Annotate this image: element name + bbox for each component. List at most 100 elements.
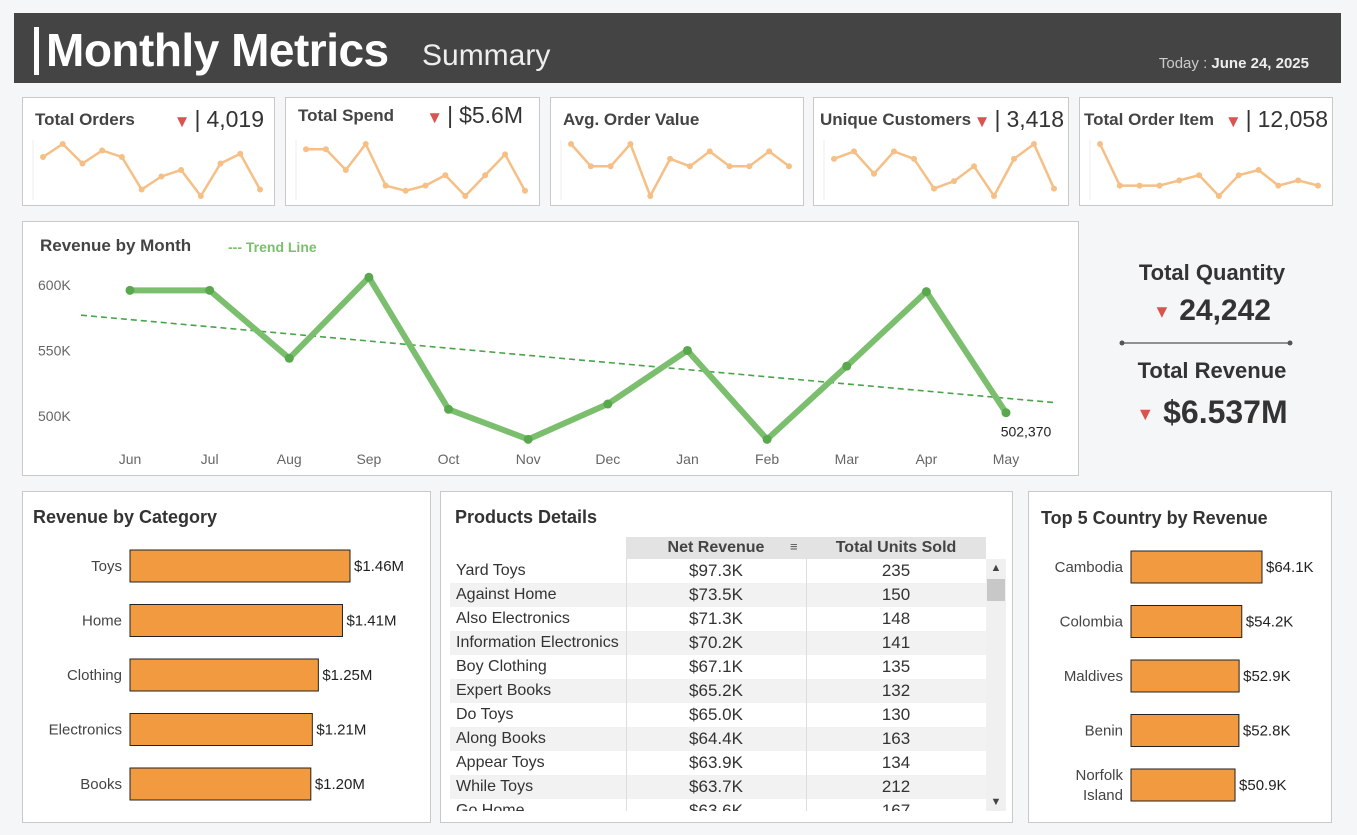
sparkline-point [118, 154, 125, 160]
units-sold-cell: 132 [881, 681, 911, 700]
kpi-card-total-order-item: Total Order Item ▼ | 12,058 [1079, 97, 1333, 206]
units-sold-cell: 212 [881, 777, 911, 796]
sparkline-point [502, 151, 509, 158]
data-label: $1.21M [316, 722, 366, 739]
bar [129, 658, 319, 692]
sparkline-point [1051, 185, 1057, 192]
page-title: Monthly Metrics [46, 24, 389, 76]
revenue-point [762, 434, 772, 444]
product-name: Yard Toys [456, 562, 526, 579]
total-quantity-value: ▼ 24,242 [1100, 294, 1324, 328]
scroll-up-icon[interactable]: ▲ [986, 559, 1006, 577]
net-revenue-cell: $64.4K [689, 729, 743, 748]
sparkline-point [911, 155, 917, 162]
product-name: Also Electronics [456, 610, 570, 627]
total-quantity-number: 24,242 [1179, 294, 1271, 327]
sparkline-point [1156, 182, 1163, 189]
x-tick-label: Jan [676, 451, 699, 467]
table-row[interactable]: Also Electronics $71.3K 148 [450, 607, 986, 631]
page-subtitle: Summary [422, 39, 551, 72]
sparkline-point [257, 186, 263, 193]
table-row[interactable]: While Toys $63.7K 212 [450, 775, 986, 799]
product-name: Boy Clothing [456, 658, 547, 675]
down-arrow-icon: ▼ [1153, 301, 1171, 322]
sparkline-point [891, 148, 897, 155]
table-row[interactable]: Against Home $73.5K 150 [450, 583, 986, 607]
y-tick-label: 550K [38, 342, 71, 358]
bar [1130, 768, 1236, 802]
sparkline [560, 140, 792, 200]
bar [129, 549, 351, 583]
product-name: While Toys [456, 778, 534, 795]
units-sold-cell: 141 [881, 633, 911, 652]
kpi-card-unique-customers: Unique Customers ▼ | 3,418 [813, 97, 1069, 206]
sparkline-point [971, 163, 977, 170]
sparkline-series [1098, 143, 1319, 198]
sparkline-point [951, 178, 957, 185]
sparkline-point [931, 185, 937, 192]
sparkline [1089, 140, 1321, 200]
net-revenue-cell: $65.2K [689, 681, 743, 700]
product-name: Go Home [456, 802, 525, 811]
net-revenue-cell: $97.3K [689, 561, 743, 580]
category-label: Home [82, 613, 122, 630]
data-label: $54.2K [1246, 614, 1294, 631]
table-row[interactable]: Go Home $63.6K 167 [450, 799, 986, 811]
table-row[interactable]: Appear Toys $63.9K 134 [450, 751, 986, 775]
down-arrow-icon: ▼ [1136, 404, 1155, 425]
today-value: June 24, 2025 [1211, 55, 1309, 72]
table-row[interactable]: Boy Clothing $67.1K 135 [450, 655, 986, 679]
sparkline-point [851, 148, 857, 155]
revenue-point [444, 404, 454, 414]
products-scrollbar[interactable]: ▲ ▼ [986, 559, 1006, 811]
today-label: Today : [1158, 55, 1208, 72]
kpi-card-total-orders: Total Orders ▼ | 4,019 [22, 97, 275, 206]
x-tick-label: Nov [516, 451, 541, 467]
table-row[interactable]: Do Toys $65.0K 130 [450, 703, 986, 727]
bar [129, 604, 343, 637]
table-row[interactable]: Information Electronics $70.2K 141 [450, 631, 986, 655]
sparkline-point [667, 155, 674, 162]
units-sold-cell: 163 [881, 729, 911, 748]
sparkline-point [138, 186, 145, 193]
net-revenue-cell: $70.2K [689, 633, 743, 652]
total-revenue-value: ▼ $6.537M [1100, 394, 1324, 431]
sparkline-point [766, 148, 773, 155]
sparkline-point [217, 160, 224, 167]
sparkline-point [237, 150, 244, 157]
revenue-point [284, 353, 294, 363]
sparkline-point [871, 170, 877, 177]
data-label: $1.20M [315, 776, 365, 793]
data-label: $1.41M [346, 613, 396, 630]
units-sold-cell: 148 [881, 609, 911, 628]
sparkline-point [686, 163, 693, 170]
sparkline-point [1116, 182, 1123, 189]
table-row[interactable]: Yard Toys $97.3K 235 [450, 559, 986, 583]
table-row[interactable]: Along Books $64.4K 163 [450, 727, 986, 751]
revenue-by-category-panel: Revenue by Category Toys $1.46M Home $1.41M… [22, 491, 431, 823]
sparkline-point [607, 163, 614, 170]
units-sold-cell: 130 [881, 705, 911, 724]
bar [1130, 605, 1243, 638]
product-name: Against Home [456, 586, 557, 603]
sparkline-point [303, 146, 309, 153]
sparkline-point [1315, 182, 1321, 189]
sparkline-point [706, 148, 713, 155]
product-name: Appear Toys [456, 754, 545, 771]
bar [1130, 550, 1263, 584]
sparkline-point [627, 141, 634, 147]
category-label: Colombia [1060, 614, 1124, 631]
sparkline-point [342, 167, 349, 173]
data-label: $50.9K [1239, 777, 1287, 794]
sparkline-point [1136, 182, 1143, 189]
table-row[interactable]: Expert Books $65.2K 132 [450, 679, 986, 703]
sparkline-point [1275, 182, 1282, 189]
scroll-thumb[interactable] [987, 579, 1005, 601]
total-revenue-number: $6.537M [1163, 394, 1288, 430]
data-label: $52.9K [1243, 668, 1291, 685]
scroll-down-icon[interactable]: ▼ [986, 793, 1006, 811]
x-tick-label: Jun [119, 451, 142, 467]
sparkline-point [746, 163, 753, 170]
data-label: $52.8K [1243, 723, 1291, 740]
x-tick-label: Sep [356, 451, 381, 467]
